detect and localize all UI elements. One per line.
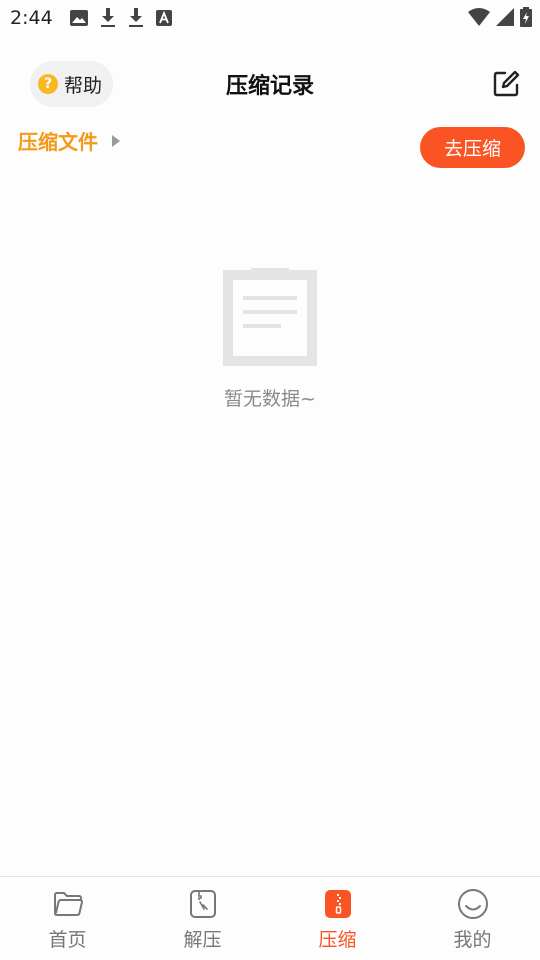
nav-item-compress[interactable]: 压缩: [270, 877, 405, 960]
edit-icon[interactable]: [492, 70, 520, 102]
bottom-nav: 首页 解压 压缩 我的: [0, 876, 540, 960]
nav-item-home[interactable]: 首页: [0, 877, 135, 960]
battery-icon: [520, 7, 532, 27]
status-bar: 2:44: [0, 0, 540, 36]
nav-label-mine: 我的: [453, 929, 492, 951]
text-icon: [156, 10, 172, 26]
page-title: 压缩记录: [225, 74, 314, 99]
status-system-icons: [468, 7, 532, 27]
image-icon: [70, 10, 88, 26]
nav-label-unzip: 解压: [183, 929, 222, 951]
nav-item-mine[interactable]: 我的: [405, 877, 540, 960]
status-time: 2:44: [10, 7, 53, 29]
clipboard-empty-icon: [223, 268, 317, 370]
nav-label-home: 首页: [48, 929, 87, 951]
breadcrumb-label: 压缩文件: [18, 130, 98, 154]
smile-icon: [457, 889, 489, 919]
folder-icon: [53, 889, 83, 919]
chevron-right-icon: [112, 134, 120, 147]
download-icon: [128, 8, 144, 28]
empty-state-text: 暂无数据~: [224, 388, 316, 410]
signal-icon: [496, 8, 514, 26]
status-notification-icons: [70, 8, 172, 28]
download-icon: [100, 8, 116, 28]
zip-icon: [324, 889, 352, 919]
wifi-icon: [468, 8, 490, 26]
nav-item-unzip[interactable]: 解压: [135, 877, 270, 960]
nav-label-compress: 压缩: [318, 929, 357, 951]
unzip-icon: [189, 889, 217, 919]
breadcrumb[interactable]: 压缩文件: [18, 126, 120, 155]
go-compress-button[interactable]: 去压缩: [420, 127, 525, 168]
